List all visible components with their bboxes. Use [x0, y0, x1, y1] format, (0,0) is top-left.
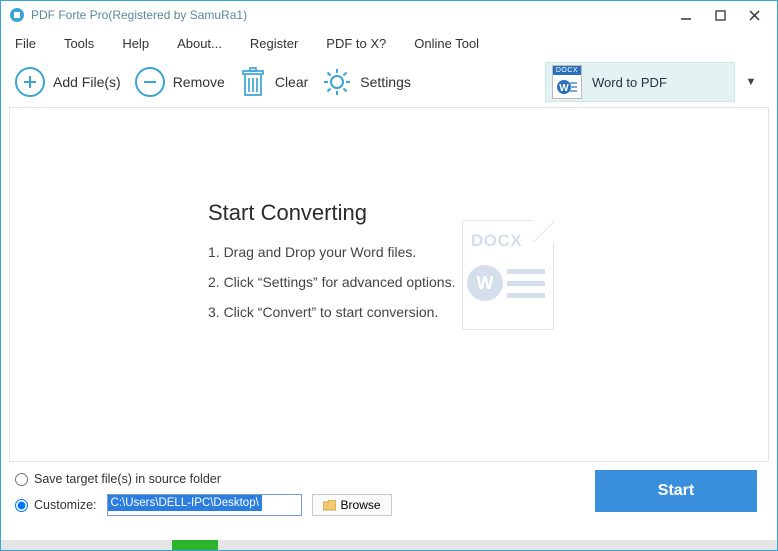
gear-icon: [322, 67, 352, 97]
mode-label: Word to PDF: [592, 75, 667, 90]
progress-bar: [1, 540, 777, 550]
menu-tools[interactable]: Tools: [64, 36, 94, 51]
customize-radio-input[interactable]: [15, 499, 28, 512]
customize-radio[interactable]: Customize:: [15, 498, 97, 512]
start-label: Start: [658, 482, 694, 500]
instruction-step-2: 2. Click “Settings” for advanced options…: [208, 274, 455, 290]
svg-text:W: W: [559, 83, 569, 94]
menu-file[interactable]: File: [15, 36, 36, 51]
menubar: File Tools Help About... Register PDF to…: [1, 29, 777, 57]
clear-label: Clear: [275, 74, 308, 90]
file-drop-area[interactable]: DOCX W Start Converting 1. Drag and Drop…: [9, 107, 769, 462]
mode-selector[interactable]: DOCX W Word to PDF ▼: [545, 62, 761, 102]
menu-about[interactable]: About...: [177, 36, 222, 51]
clear-button[interactable]: Clear: [239, 67, 308, 97]
mode-dropdown-caret[interactable]: ▼: [741, 76, 761, 88]
remove-label: Remove: [173, 74, 225, 90]
progress-fill: [172, 540, 219, 550]
menu-online-tool[interactable]: Online Tool: [414, 36, 479, 51]
instruction-step-3: 3. Click “Convert” to start conversion.: [208, 304, 455, 320]
trash-icon: [239, 67, 267, 97]
plus-icon: [15, 67, 45, 97]
docx-icon: DOCX W: [552, 65, 582, 99]
add-file-label: Add File(s): [53, 74, 121, 90]
minimize-button[interactable]: [679, 8, 693, 22]
menu-help[interactable]: Help: [122, 36, 149, 51]
remove-button[interactable]: Remove: [135, 67, 225, 97]
output-path-input[interactable]: C:\Users\DELL-IPC\Desktop\: [107, 494, 302, 516]
browse-label: Browse: [341, 498, 381, 512]
save-in-source-label: Save target file(s) in source folder: [34, 472, 221, 486]
customize-label: Customize:: [34, 498, 97, 512]
maximize-button[interactable]: [713, 8, 727, 22]
minus-icon: [135, 67, 165, 97]
docx-watermark-icon: DOCX W: [462, 220, 554, 330]
titlebar: PDF Forte Pro(Registered by SamuRa1): [1, 1, 777, 29]
close-button[interactable]: [747, 8, 761, 22]
add-file-button[interactable]: Add File(s): [15, 67, 121, 97]
folder-icon: [323, 500, 336, 511]
menu-register[interactable]: Register: [250, 36, 298, 51]
app-logo-icon: [9, 7, 25, 23]
instructions-heading: Start Converting: [208, 200, 455, 226]
window-title: PDF Forte Pro(Registered by SamuRa1): [31, 8, 679, 22]
instruction-step-1: 1. Drag and Drop your Word files.: [208, 244, 455, 260]
settings-label: Settings: [360, 74, 411, 90]
start-button[interactable]: Start: [595, 470, 757, 512]
browse-button[interactable]: Browse: [312, 494, 392, 516]
menu-pdf-to-x[interactable]: PDF to X?: [326, 36, 386, 51]
instructions-panel: Start Converting 1. Drag and Drop your W…: [208, 200, 455, 334]
toolbar: Add File(s) Remove Clear Settings DOCX W…: [1, 57, 777, 107]
save-in-source-radio-input[interactable]: [15, 473, 28, 486]
output-path-value: C:\Users\DELL-IPC\Desktop\: [108, 495, 262, 511]
settings-button[interactable]: Settings: [322, 67, 411, 97]
